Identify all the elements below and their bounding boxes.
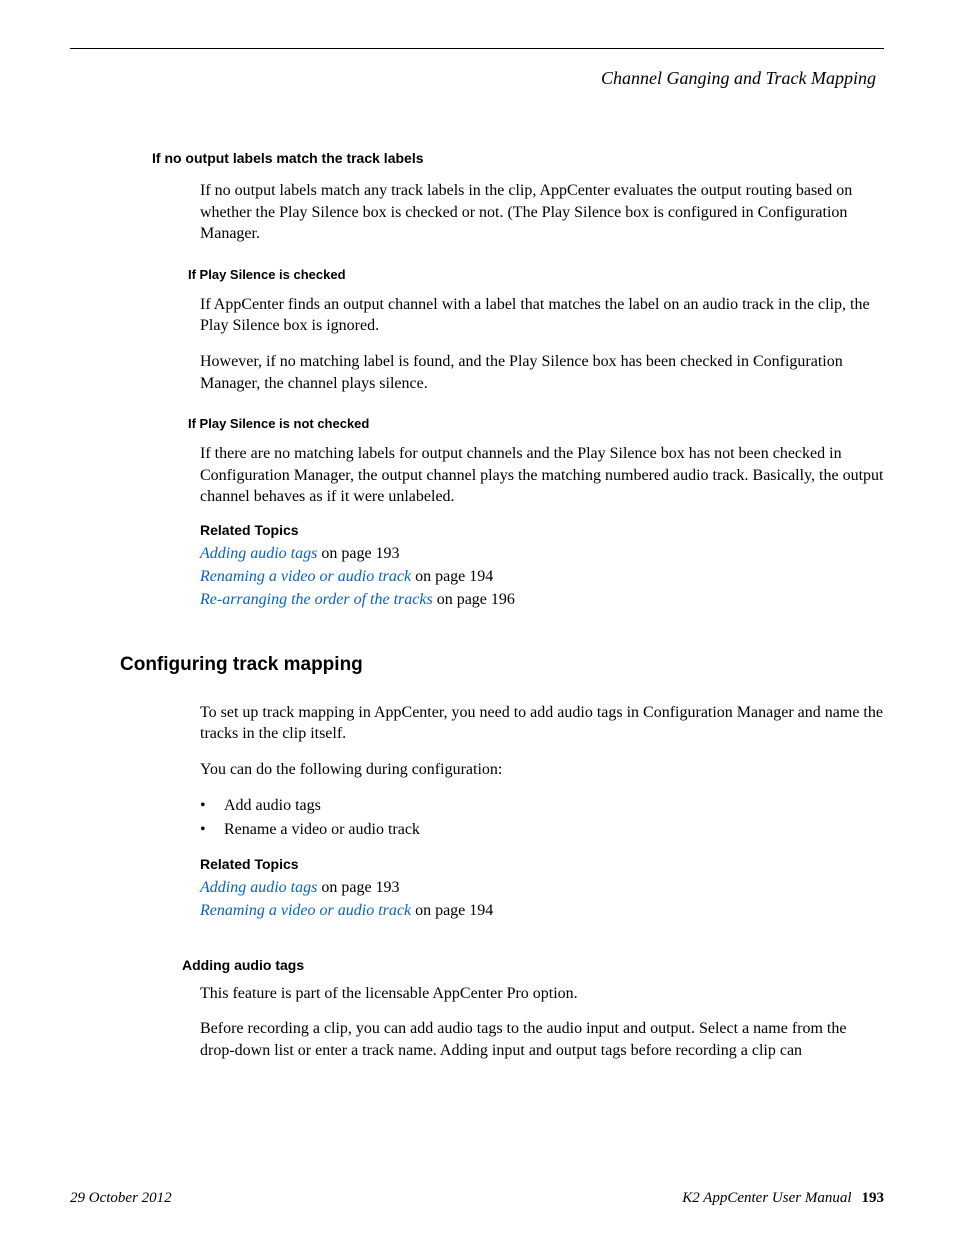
link-suffix: on page 193 xyxy=(317,879,399,896)
bullet-icon: • xyxy=(200,818,210,842)
para: However, if no matching label is found, … xyxy=(200,351,884,394)
para: If no output labels match any track labe… xyxy=(200,180,884,245)
page-footer: 29 October 2012 K2 AppCenter User Manual… xyxy=(70,1190,884,1207)
bullet-list: • Add audio tags • Rename a video or audio… xyxy=(200,794,884,842)
link-suffix: on page 194 xyxy=(411,902,493,919)
para: Before recording a clip, you can add aud… xyxy=(200,1018,884,1061)
para: If there are no matching labels for outp… xyxy=(200,443,884,508)
para: You can do the following during configur… xyxy=(200,759,884,781)
link-adding-audio-tags[interactable]: Adding audio tags xyxy=(200,545,317,562)
page-content: If no output labels match the track labe… xyxy=(70,150,884,1075)
footer-date: 29 October 2012 xyxy=(70,1190,172,1207)
list-item-text: Add audio tags xyxy=(224,794,321,818)
para: This feature is part of the licensable A… xyxy=(200,983,884,1005)
related-link-row: Re-arranging the order of the tracks on … xyxy=(200,588,884,611)
related-link-row: Adding audio tags on page 193 xyxy=(200,542,884,565)
related-topics-heading: Related Topics xyxy=(200,856,884,872)
header-rule xyxy=(70,48,884,49)
heading-no-output-labels: If no output labels match the track labe… xyxy=(152,150,884,166)
related-link-row: Renaming a video or audio track on page … xyxy=(200,565,884,588)
heading-configuring-track-mapping: Configuring track mapping xyxy=(120,654,884,676)
list-item: • Rename a video or audio track xyxy=(200,818,884,842)
link-renaming-track[interactable]: Renaming a video or audio track xyxy=(200,568,411,585)
bullet-icon: • xyxy=(200,794,210,818)
link-suffix: on page 194 xyxy=(411,568,493,585)
heading-adding-audio-tags: Adding audio tags xyxy=(182,957,884,973)
list-item-text: Rename a video or audio track xyxy=(224,818,420,842)
footer-page-number: 193 xyxy=(862,1190,885,1206)
para: If AppCenter finds an output channel wit… xyxy=(200,294,884,337)
related-link-row: Adding audio tags on page 193 xyxy=(200,876,884,899)
related-topics-heading: Related Topics xyxy=(200,522,884,538)
link-renaming-track[interactable]: Renaming a video or audio track xyxy=(200,902,411,919)
link-adding-audio-tags[interactable]: Adding audio tags xyxy=(200,879,317,896)
list-item: • Add audio tags xyxy=(200,794,884,818)
header-title: Channel Ganging and Track Mapping xyxy=(601,68,876,89)
heading-play-silence-checked: If Play Silence is checked xyxy=(188,267,884,282)
link-suffix: on page 193 xyxy=(317,545,399,562)
related-link-row: Renaming a video or audio track on page … xyxy=(200,899,884,922)
para: To set up track mapping in AppCenter, yo… xyxy=(200,702,884,745)
footer-manual: K2 AppCenter User Manual 193 xyxy=(682,1190,884,1207)
link-suffix: on page 196 xyxy=(433,591,515,608)
footer-manual-title: K2 AppCenter User Manual xyxy=(682,1190,851,1206)
link-rearranging-tracks[interactable]: Re-arranging the order of the tracks xyxy=(200,591,433,608)
heading-play-silence-not-checked: If Play Silence is not checked xyxy=(188,416,884,431)
